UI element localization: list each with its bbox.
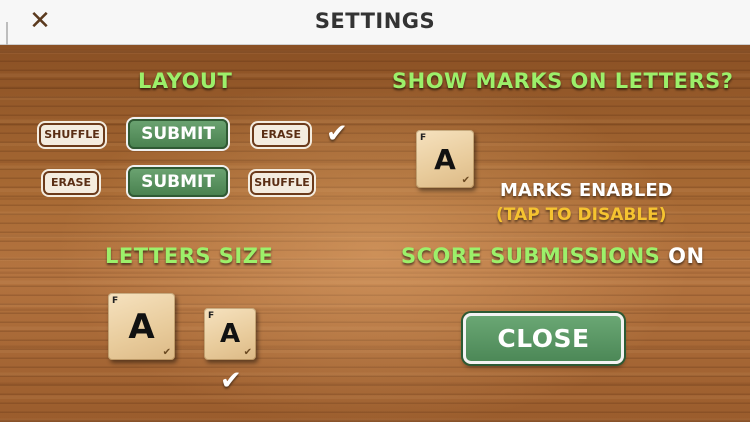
marks-toggle[interactable]: MARKS ENABLED (TAP TO DISABLE) <box>496 180 673 225</box>
layout-heading: LAYOUT <box>138 69 233 93</box>
small-letter-tile[interactable]: F A ✔ <box>204 308 256 360</box>
letters-size-heading: LETTERS SIZE <box>105 244 274 268</box>
page-title: SETTINGS <box>314 9 436 33</box>
marks-letter-tile[interactable]: F A ✔ <box>416 130 474 188</box>
wood-background: LAYOUT SHUFFLE SUBMIT ERASE ✔ ERASE SUBM… <box>0 45 750 422</box>
score-submissions-label: SCORE SUBMISSIONS <box>401 244 661 268</box>
tile-letter: A <box>128 307 155 347</box>
marks-action-label[interactable]: (TAP TO DISABLE) <box>496 205 673 225</box>
layout-option1-check-icon: ✔ <box>326 119 348 149</box>
large-letter-tile[interactable]: F A ✔ <box>108 293 175 360</box>
tile-check-mark-icon: ✔ <box>243 347 252 358</box>
tile-check-mark-icon: ✔ <box>461 175 470 186</box>
layout-option2-shuffle-button[interactable]: SHUFFLE <box>250 171 314 195</box>
letters-size-check-icon: ✔ <box>220 366 242 396</box>
score-submissions-toggle[interactable]: SCORE SUBMISSIONS ON <box>401 244 705 268</box>
close-button[interactable]: CLOSE <box>463 313 624 364</box>
tile-corner-label: F <box>112 296 119 306</box>
top-bar: ✕ SETTINGS <box>0 0 750 62</box>
tile-check-mark-icon: ✔ <box>162 347 171 358</box>
tile-letter: A <box>219 319 241 349</box>
layout-option1-shuffle-button[interactable]: SHUFFLE <box>39 123 105 147</box>
tile-letter: A <box>434 143 456 176</box>
layout-option2-erase-button[interactable]: ERASE <box>43 171 99 195</box>
tile-corner-label: F <box>420 133 427 143</box>
layout-option1-submit-button[interactable]: SUBMIT <box>128 119 228 149</box>
marks-status-label: MARKS ENABLED <box>500 180 673 201</box>
marks-heading: SHOW MARKS ON LETTERS? <box>392 69 734 93</box>
layout-option1-erase-button[interactable]: ERASE <box>252 123 310 147</box>
score-submissions-state: ON <box>668 244 705 268</box>
layout-option2-submit-button[interactable]: SUBMIT <box>128 167 228 197</box>
